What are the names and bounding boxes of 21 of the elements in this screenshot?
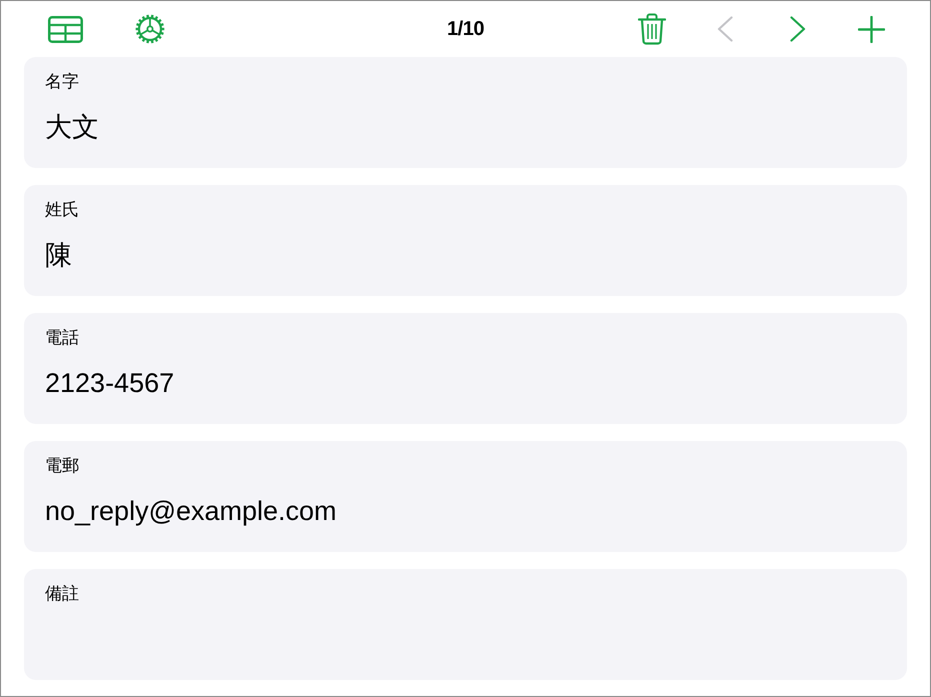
chevron-left-icon bbox=[717, 16, 733, 42]
field-label: 電話 bbox=[45, 327, 79, 349]
table-icon bbox=[48, 16, 82, 42]
form-field[interactable]: 備註 bbox=[24, 569, 907, 680]
field-value: 2123-4567 bbox=[45, 367, 174, 399]
chevron-right-icon bbox=[790, 16, 806, 42]
field-label: 電郵 bbox=[45, 455, 79, 477]
field-label: 名字 bbox=[45, 71, 79, 93]
plus-icon bbox=[858, 16, 884, 42]
field-value: 陳 bbox=[45, 239, 72, 271]
trash-icon bbox=[638, 13, 666, 45]
form-field[interactable]: 電話 2123-4567 bbox=[24, 313, 907, 424]
field-value: 大文 bbox=[45, 111, 99, 143]
field-value: no_reply@example.com bbox=[45, 495, 337, 527]
field-label: 備註 bbox=[45, 583, 79, 605]
form-field[interactable]: 名字 大文 bbox=[24, 57, 907, 168]
form-field[interactable]: 電郵 no_reply@example.com bbox=[24, 441, 907, 552]
form-field[interactable]: 姓氏 陳 bbox=[24, 185, 907, 296]
gear-icon bbox=[135, 14, 165, 44]
record-counter: 1/10 bbox=[447, 18, 484, 40]
field-label: 姓氏 bbox=[45, 199, 79, 221]
